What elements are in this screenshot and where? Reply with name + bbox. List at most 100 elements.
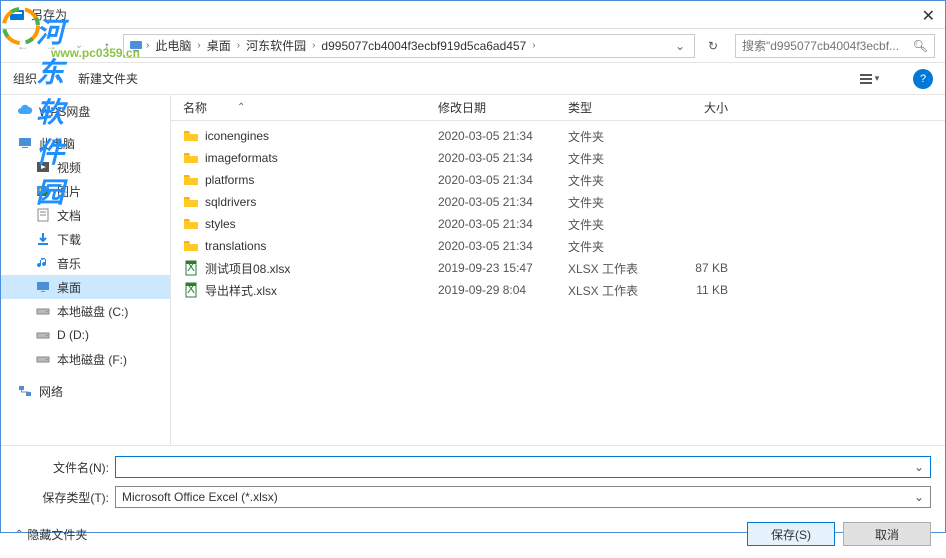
svg-text:X: X <box>187 260 195 274</box>
file-name: sqldrivers <box>205 195 438 209</box>
music-icon <box>35 255 51 271</box>
main-area: WPS网盘此电脑视频图片文档下载音乐桌面本地磁盘 (C:) D (D:)本地磁盘 … <box>1 95 945 445</box>
file-date: 2020-03-05 21:34 <box>438 173 568 187</box>
file-row[interactable]: platforms2020-03-05 21:34文件夹 <box>171 169 945 191</box>
search-icon[interactable]: 🔍︎ <box>913 39 928 53</box>
save-button[interactable]: 保存(S) <box>747 522 835 546</box>
breadcrumb-item[interactable]: 此电脑 <box>151 37 195 54</box>
file-date: 2020-03-05 21:34 <box>438 129 568 143</box>
chevron-right-icon: › <box>197 40 200 51</box>
file-date: 2019-09-29 8:04 <box>438 283 568 297</box>
pc-icon <box>128 38 144 54</box>
sidebar-item-pc[interactable]: 此电脑 <box>1 131 170 155</box>
file-area: 名称⌃ 修改日期 类型 大小 iconengines2020-03-05 21:… <box>171 95 945 445</box>
up-button[interactable]: ↑ <box>95 34 119 58</box>
drive-icon <box>35 351 51 367</box>
window-title: 另存为 <box>31 6 67 23</box>
sidebar-item-cloud[interactable]: WPS网盘 <box>1 99 170 123</box>
help-button[interactable]: ? <box>913 69 933 89</box>
file-row[interactable]: X测试项目08.xlsx2019-09-23 15:47XLSX 工作表87 K… <box>171 257 945 279</box>
file-date: 2020-03-05 21:34 <box>438 217 568 231</box>
sidebar-item-music[interactable]: 音乐 <box>1 251 170 275</box>
chevron-right-icon: › <box>237 40 240 51</box>
file-name: translations <box>205 239 438 253</box>
file-type: 文件夹 <box>568 216 668 233</box>
sidebar-item-label: 桌面 <box>57 279 81 296</box>
column-headers: 名称⌃ 修改日期 类型 大小 <box>171 95 945 121</box>
xlsx-icon: X <box>183 282 199 298</box>
folder-icon <box>183 172 199 188</box>
sidebar-item-label: 网络 <box>39 383 63 400</box>
search-box[interactable]: 🔍︎ <box>735 34 935 58</box>
sidebar-item-label: 本地磁盘 (C:) <box>57 303 128 320</box>
chevron-down-icon[interactable]: ⌄ <box>914 460 924 474</box>
sidebar-item-picture[interactable]: 图片 <box>1 179 170 203</box>
triangle-icon: ⌃ <box>15 529 23 540</box>
chevron-down-icon[interactable]: ⌄ <box>914 490 924 504</box>
sidebar-item-drive[interactable]: 本地磁盘 (F:) <box>1 347 170 371</box>
file-type: XLSX 工作表 <box>568 282 668 299</box>
toolbar: 组织 ▾ 新建文件夹 ▾ ? <box>1 63 945 95</box>
doc-icon <box>35 207 51 223</box>
column-type[interactable]: 类型 <box>568 99 668 116</box>
folder-icon <box>183 238 199 254</box>
folder-icon <box>183 194 199 210</box>
search-input[interactable] <box>742 39 909 53</box>
close-button[interactable]: ✕ <box>922 6 935 26</box>
column-name[interactable]: 名称⌃ <box>183 99 438 116</box>
refresh-button[interactable]: ↻ <box>701 34 725 58</box>
back-button[interactable]: ← <box>11 34 35 58</box>
file-type: XLSX 工作表 <box>568 260 668 277</box>
sidebar-item-drive[interactable]: D (D:) <box>1 323 170 347</box>
sort-indicator: ⌃ <box>237 102 245 113</box>
path-dropdown[interactable]: ⌄ <box>670 39 690 53</box>
breadcrumb-item[interactable]: 桌面 <box>203 37 235 54</box>
file-name: styles <box>205 217 438 231</box>
history-dropdown[interactable]: ⌄ <box>67 34 91 58</box>
new-folder-button[interactable]: 新建文件夹 <box>78 70 138 87</box>
download-icon <box>35 231 51 247</box>
sidebar-item-label: WPS网盘 <box>39 103 90 120</box>
column-size[interactable]: 大小 <box>668 99 748 116</box>
folder-icon <box>183 150 199 166</box>
sidebar-item-desktop[interactable]: 桌面 <box>1 275 170 299</box>
file-size: 11 KB <box>668 283 748 297</box>
filename-input[interactable]: ⌄ <box>115 456 931 478</box>
file-name: 导出样式.xlsx <box>205 282 438 299</box>
chevron-right-icon: › <box>146 40 149 51</box>
file-type: 文件夹 <box>568 194 668 211</box>
cancel-button[interactable]: 取消 <box>843 522 931 546</box>
hide-folders-toggle[interactable]: ⌃ 隐藏文件夹 <box>15 526 87 543</box>
bottom-panel: 文件名(N): ⌄ 保存类型(T): Microsoft Office Exce… <box>1 445 945 558</box>
sidebar-item-video[interactable]: 视频 <box>1 155 170 179</box>
organize-button[interactable]: 组织 <box>13 70 37 87</box>
folder-icon <box>183 128 199 144</box>
file-row[interactable]: imageformats2020-03-05 21:34文件夹 <box>171 147 945 169</box>
sidebar-item-network[interactable]: 网络 <box>1 379 170 403</box>
app-icon <box>9 7 25 23</box>
file-row[interactable]: iconengines2020-03-05 21:34文件夹 <box>171 125 945 147</box>
file-date: 2020-03-05 21:34 <box>438 151 568 165</box>
sidebar-item-doc[interactable]: 文档 <box>1 203 170 227</box>
column-date[interactable]: 修改日期 <box>438 99 568 116</box>
file-date: 2020-03-05 21:34 <box>438 195 568 209</box>
view-mode-button[interactable]: ▾ <box>851 68 887 90</box>
file-row[interactable]: X 导出样式.xlsx2019-09-29 8:04XLSX 工作表11 KB <box>171 279 945 301</box>
breadcrumb-item[interactable]: 河东软件园 <box>242 37 310 54</box>
file-name: 测试项目08.xlsx <box>205 260 438 277</box>
file-list: iconengines2020-03-05 21:34文件夹imageforma… <box>171 121 945 445</box>
file-name: platforms <box>205 173 438 187</box>
file-type: 文件夹 <box>568 150 668 167</box>
filetype-select[interactable]: Microsoft Office Excel (*.xlsx) ⌄ <box>115 486 931 508</box>
sidebar-item-label: 音乐 <box>57 255 81 272</box>
file-row[interactable]: sqldrivers2020-03-05 21:34文件夹 <box>171 191 945 213</box>
sidebar-item-download[interactable]: 下载 <box>1 227 170 251</box>
breadcrumb-item[interactable]: d995077cb4004f3ecbf919d5ca6ad457 <box>317 39 530 53</box>
navbar: ← → ⌄ ↑ › 此电脑 › 桌面 › 河东软件园 › d995077cb40… <box>1 29 945 63</box>
file-row[interactable]: styles2020-03-05 21:34文件夹 <box>171 213 945 235</box>
file-row[interactable]: translations2020-03-05 21:34文件夹 <box>171 235 945 257</box>
breadcrumb[interactable]: › 此电脑 › 桌面 › 河东软件园 › d995077cb4004f3ecbf… <box>123 34 695 58</box>
sidebar-item-drive[interactable]: 本地磁盘 (C:) <box>1 299 170 323</box>
forward-button[interactable]: → <box>39 34 63 58</box>
file-name: imageformats <box>205 151 438 165</box>
